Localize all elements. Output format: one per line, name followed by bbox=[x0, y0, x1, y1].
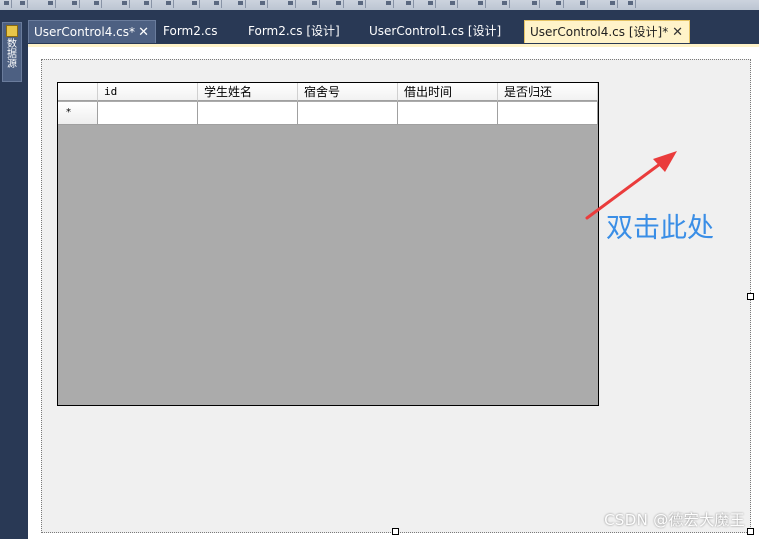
watermark: CSDN @德宏大魔王 bbox=[604, 511, 745, 529]
annotation-text: 双击此处 bbox=[606, 213, 714, 244]
annotation-arrow bbox=[585, 151, 677, 220]
